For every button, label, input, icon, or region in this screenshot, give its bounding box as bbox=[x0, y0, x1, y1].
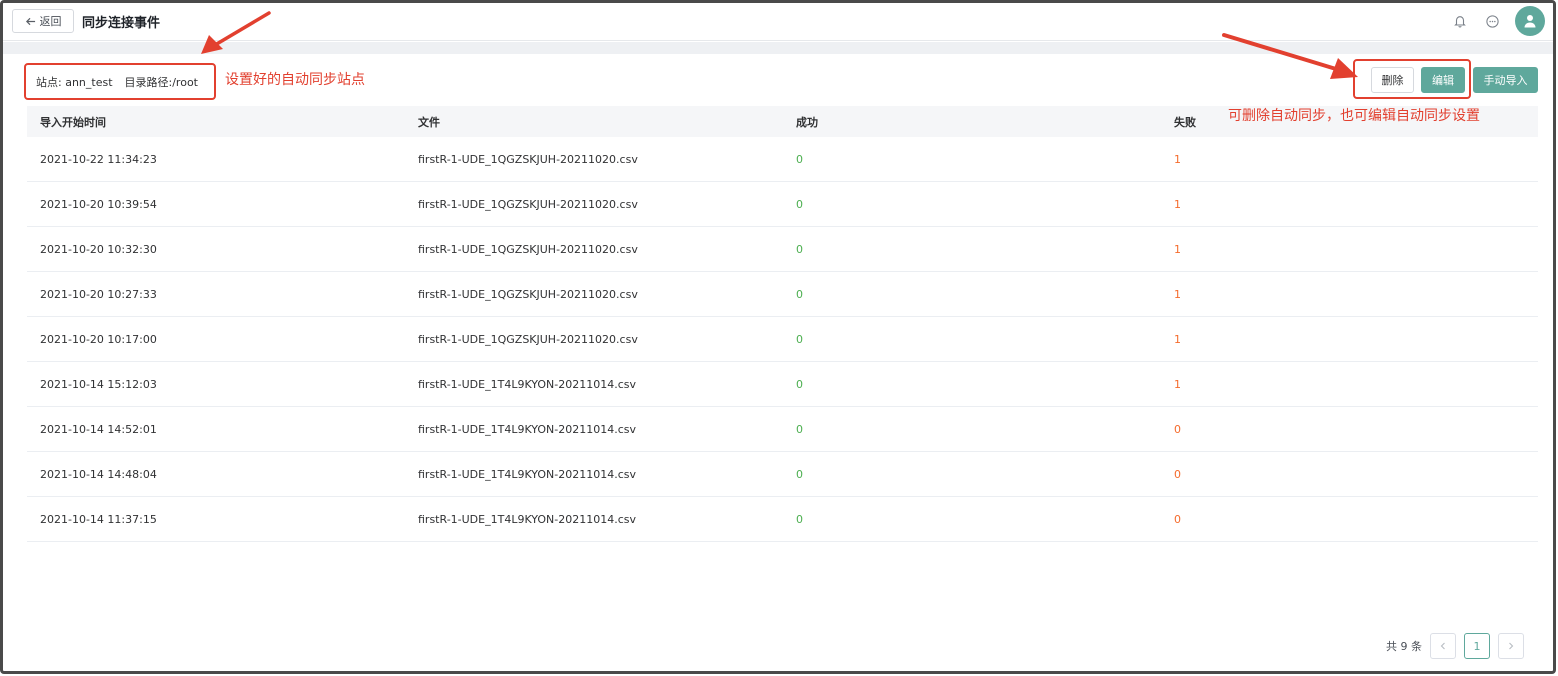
site-info-box: 站点: ann_test 目录路径:/root bbox=[24, 63, 216, 100]
cell-time: 2021-10-22 11:34:23 bbox=[40, 152, 157, 166]
chevron-right-icon bbox=[1509, 642, 1514, 650]
avatar[interactable] bbox=[1515, 6, 1545, 36]
cell-time: 2021-10-14 14:52:01 bbox=[40, 422, 157, 436]
total-count: 共 9 条 bbox=[1386, 640, 1422, 653]
cell-file: firstR-1-UDE_1T4L9KYON-20211014.csv bbox=[418, 512, 637, 526]
app-window: 返回 同步连接事件 站点: ann_test 目录路径:/root 设置好的自动… bbox=[0, 0, 1556, 674]
cell-file: firstR-1-UDE_1T4L9KYON-20211014.csv bbox=[418, 377, 637, 391]
table-row: 2021-10-14 14:52:01 firstR-1-UDE_1T4L9KYO… bbox=[27, 407, 1538, 452]
page-title: 同步连接事件 bbox=[82, 16, 161, 31]
cell-time: 2021-10-20 10:39:54 bbox=[40, 197, 157, 211]
events-table: 导入开始时间 文件 成功 失败 2021-10-22 11:34:23 first… bbox=[27, 106, 1538, 542]
cell-file: firstR-1-UDE_1T4L9KYON-20211014.csv bbox=[418, 467, 637, 481]
annotation-left: 设置好的自动同步站点 bbox=[225, 72, 365, 88]
edit-button[interactable]: 编辑 bbox=[1421, 67, 1465, 93]
arrow-left-icon bbox=[25, 17, 35, 25]
cell-success: 0 bbox=[796, 152, 803, 166]
cell-file: firstR-1-UDE_1QGZSKJUH-20211020.csv bbox=[418, 332, 638, 346]
table-row: 2021-10-14 15:12:03 firstR-1-UDE_1T4L9KYO… bbox=[27, 362, 1538, 407]
cell-time: 2021-10-14 14:48:04 bbox=[40, 467, 157, 481]
cell-success: 0 bbox=[796, 422, 803, 436]
next-page-button[interactable] bbox=[1498, 633, 1524, 659]
table-row: 2021-10-20 10:39:54 firstR-1-UDE_1QGZSKJU… bbox=[27, 182, 1538, 227]
cell-success: 0 bbox=[796, 287, 803, 301]
table-row: 2021-10-14 14:48:04 firstR-1-UDE_1T4L9KYO… bbox=[27, 452, 1538, 497]
cell-time: 2021-10-20 10:17:00 bbox=[40, 332, 157, 346]
cell-fail: 0 bbox=[1174, 512, 1181, 526]
cell-fail: 0 bbox=[1174, 422, 1181, 436]
path-label: 目录路径:/root bbox=[124, 75, 198, 89]
cell-success: 0 bbox=[796, 377, 803, 391]
cell-success: 0 bbox=[796, 512, 803, 526]
cell-fail: 1 bbox=[1174, 242, 1181, 256]
col-header-file: 文件 bbox=[418, 115, 440, 129]
chevron-left-icon bbox=[1440, 642, 1445, 650]
cell-success: 0 bbox=[796, 467, 803, 481]
cell-success: 0 bbox=[796, 332, 803, 346]
table-row: 2021-10-14 11:37:15 firstR-1-UDE_1T4L9KYO… bbox=[27, 497, 1538, 542]
cell-time: 2021-10-14 11:37:15 bbox=[40, 512, 157, 526]
user-icon bbox=[1524, 15, 1536, 28]
top-bar: 返回 同步连接事件 bbox=[3, 3, 1553, 41]
cell-success: 0 bbox=[796, 197, 803, 211]
col-header-time: 导入开始时间 bbox=[40, 115, 106, 129]
back-label: 返回 bbox=[39, 15, 62, 28]
cell-success: 0 bbox=[796, 242, 803, 256]
top-icons bbox=[1451, 5, 1545, 37]
cell-time: 2021-10-14 15:12:03 bbox=[40, 377, 157, 391]
table-row: 2021-10-20 10:27:33 firstR-1-UDE_1QGZSKJU… bbox=[27, 272, 1538, 317]
cell-file: firstR-1-UDE_1T4L9KYON-20211014.csv bbox=[418, 422, 637, 436]
cell-fail: 1 bbox=[1174, 377, 1181, 391]
cell-fail: 0 bbox=[1174, 467, 1181, 481]
table-row: 2021-10-20 10:17:00 firstR-1-UDE_1QGZSKJU… bbox=[27, 317, 1538, 362]
prev-page-button[interactable] bbox=[1430, 633, 1456, 659]
table-body: 2021-10-22 11:34:23 firstR-1-UDE_1QGZSKJU… bbox=[27, 137, 1538, 542]
cell-fail: 1 bbox=[1174, 332, 1181, 346]
cell-time: 2021-10-20 10:32:30 bbox=[40, 242, 157, 256]
cell-file: firstR-1-UDE_1QGZSKJUH-20211020.csv bbox=[418, 242, 638, 256]
cell-fail: 1 bbox=[1174, 197, 1181, 211]
bell-icon[interactable] bbox=[1451, 12, 1469, 30]
manual-import-button[interactable]: 手动导入 bbox=[1473, 67, 1538, 93]
message-icon[interactable] bbox=[1483, 12, 1501, 30]
cell-file: firstR-1-UDE_1QGZSKJUH-20211020.csv bbox=[418, 152, 638, 166]
site-label: 站点: ann_test bbox=[36, 75, 113, 89]
cell-file: firstR-1-UDE_1QGZSKJUH-20211020.csv bbox=[418, 287, 638, 301]
cell-fail: 1 bbox=[1174, 287, 1181, 301]
annotation-right: 可删除自动同步，也可编辑自动同步设置 bbox=[1228, 108, 1480, 124]
table-row: 2021-10-20 10:32:30 firstR-1-UDE_1QGZSKJU… bbox=[27, 227, 1538, 272]
table-row: 2021-10-22 11:34:23 firstR-1-UDE_1QGZSKJU… bbox=[27, 137, 1538, 182]
back-button[interactable]: 返回 bbox=[12, 9, 74, 33]
delete-button[interactable]: 删除 bbox=[1371, 67, 1414, 93]
main-content: 站点: ann_test 目录路径:/root 设置好的自动同步站点 删除 编辑… bbox=[13, 54, 1548, 671]
page-button-current[interactable]: 1 bbox=[1464, 633, 1490, 659]
col-header-success: 成功 bbox=[796, 115, 818, 129]
pagination: 共 9 条 1 bbox=[1386, 633, 1524, 659]
cell-time: 2021-10-20 10:27:33 bbox=[40, 287, 157, 301]
cell-fail: 1 bbox=[1174, 152, 1181, 166]
cell-file: firstR-1-UDE_1QGZSKJUH-20211020.csv bbox=[418, 197, 638, 211]
content-gutter bbox=[3, 42, 1553, 54]
